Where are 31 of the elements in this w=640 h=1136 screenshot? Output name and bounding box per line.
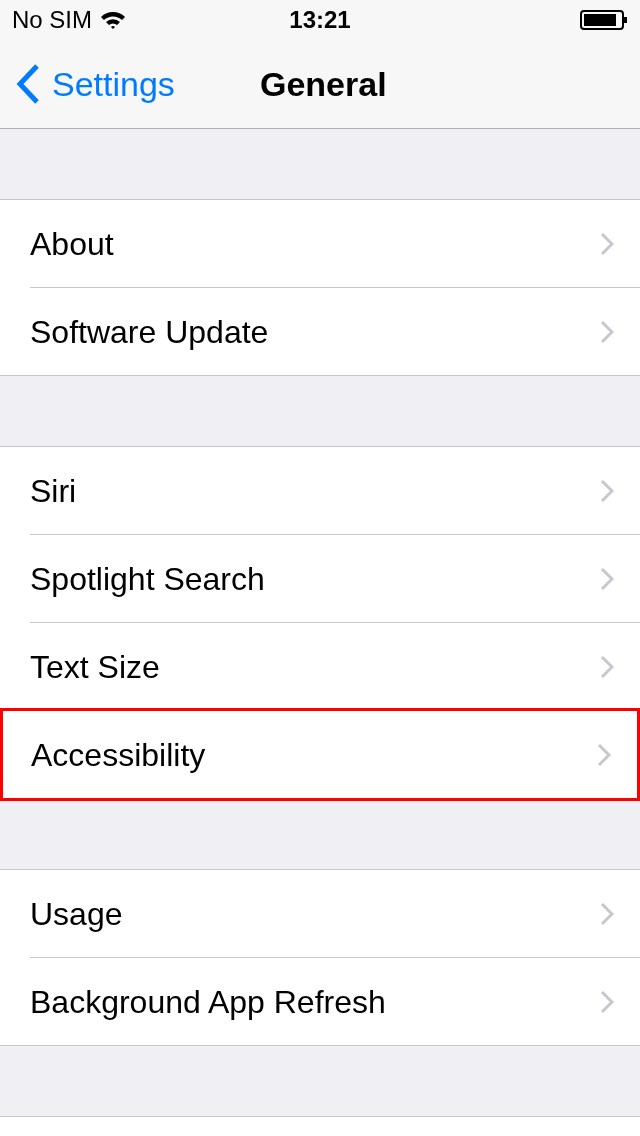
settings-row[interactable]: About [30, 200, 640, 287]
settings-row[interactable]: Background App Refresh [30, 958, 640, 1045]
row-label: Text Size [30, 647, 161, 687]
chevron-icon [600, 654, 614, 679]
page-title: General [260, 63, 387, 105]
row-label: Siri [30, 471, 78, 511]
settings-row[interactable]: Accessibility [3, 711, 637, 798]
carrier-label: No SIM [12, 5, 92, 35]
settings-row[interactable]: Software Update [30, 288, 640, 375]
chevron-icon [600, 478, 614, 503]
chevron-icon [597, 742, 611, 767]
chevron-icon [600, 989, 614, 1014]
row-label: Usage [30, 894, 124, 934]
chevron-icon [600, 566, 614, 591]
chevron-icon [600, 901, 614, 926]
chevron-icon [600, 231, 614, 256]
row-label: About [30, 224, 115, 264]
clock-time: 13:21 [289, 5, 351, 35]
settings-row[interactable]: Usage [30, 870, 640, 957]
battery-icon [580, 10, 628, 30]
wifi-icon [100, 10, 126, 30]
row-label: Spotlight Search [30, 559, 266, 599]
back-button[interactable]: Settings [16, 58, 175, 110]
back-chevron-icon [16, 64, 40, 104]
row-label: Software Update [30, 312, 270, 352]
settings-row[interactable]: Siri [30, 447, 640, 534]
settings-row[interactable]: Text Size [30, 623, 640, 710]
settings-row[interactable]: Spotlight Search [30, 535, 640, 622]
chevron-icon [600, 319, 614, 344]
row-label: Accessibility [31, 735, 207, 775]
row-label: Background App Refresh [30, 982, 387, 1022]
